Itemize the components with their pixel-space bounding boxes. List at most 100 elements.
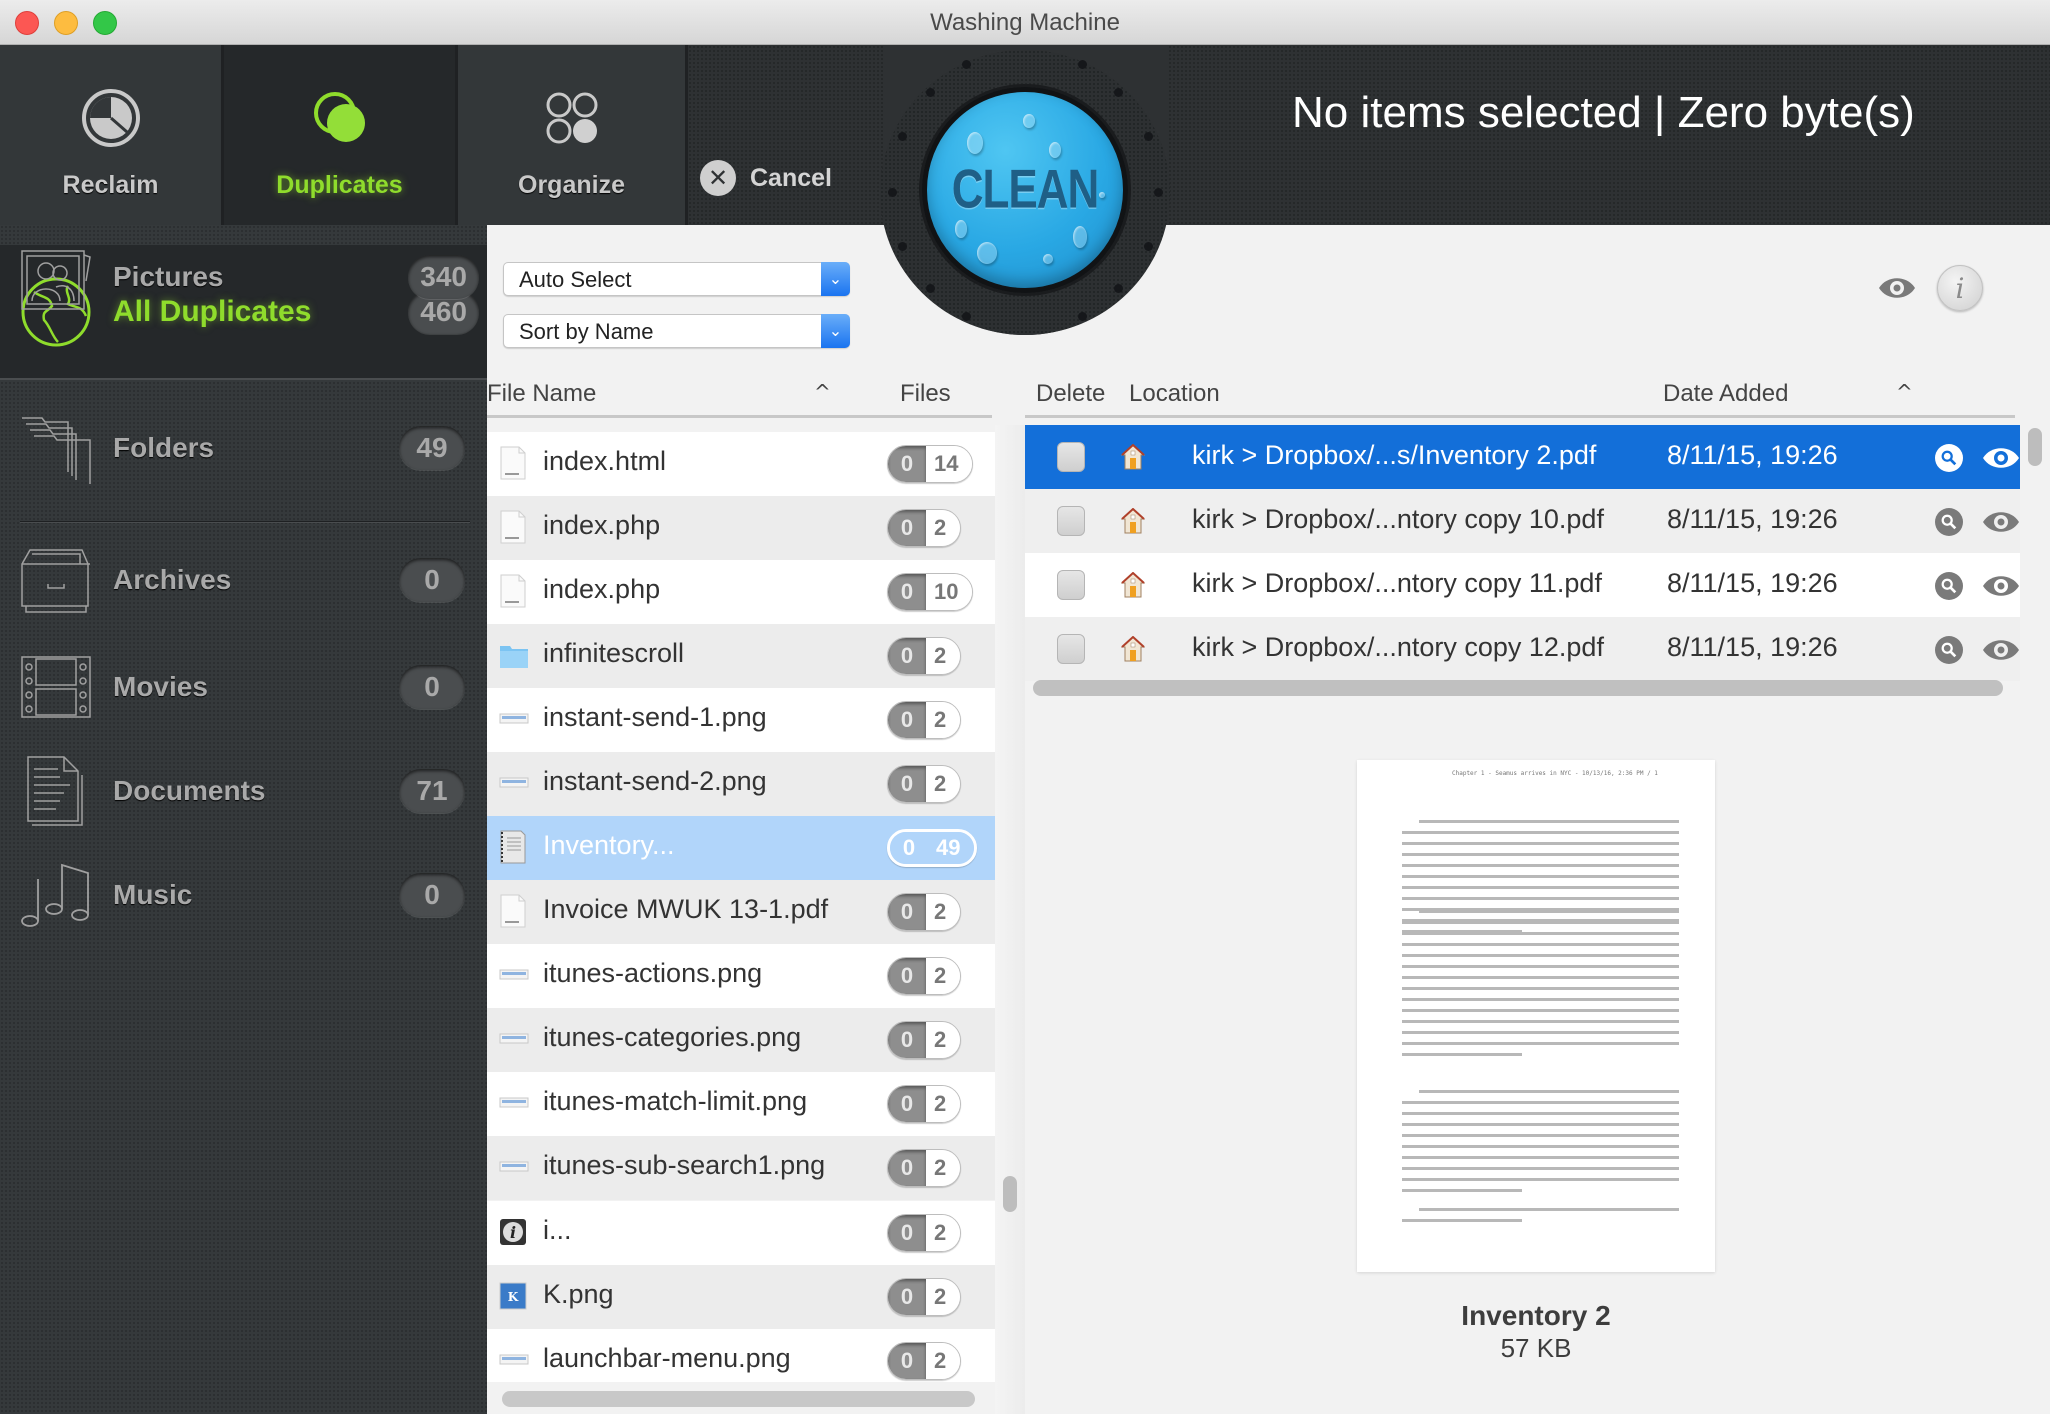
delete-count: 0 bbox=[888, 1342, 926, 1379]
file-name: infinitescroll bbox=[543, 638, 685, 669]
file-list-row[interactable]: index.html 0 14 bbox=[487, 432, 995, 496]
delete-checkbox[interactable] bbox=[1057, 506, 1085, 536]
reveal-in-finder-icon[interactable] bbox=[1935, 444, 1963, 472]
sidebar-item-documents[interactable]: Documents 71 bbox=[0, 739, 487, 843]
duplicate-count-pill[interactable]: 02 bbox=[887, 1341, 962, 1380]
delete-count: 0 bbox=[888, 446, 926, 482]
column-header-files[interactable]: Files bbox=[900, 380, 951, 408]
quick-look-eye-icon[interactable] bbox=[1981, 445, 2020, 471]
date-added: 8/11/15, 19:26 bbox=[1667, 568, 1838, 598]
duplicate-count-pill[interactable]: 0 49 bbox=[887, 829, 978, 868]
location-row[interactable]: kirk > Dropbox/...s/Inventory 2.pdf 8/11/… bbox=[1025, 425, 2020, 489]
clean-button[interactable]: CLEAN bbox=[922, 87, 1128, 293]
preview-text-line bbox=[1419, 1208, 1679, 1211]
file-list-row[interactable]: instant-send-2.png 0 2 bbox=[487, 752, 995, 817]
duplicate-count-pill[interactable]: 02 bbox=[887, 637, 962, 676]
chevron-down-icon: ⌄ bbox=[821, 262, 850, 296]
sidebar-item-pictures[interactable]: Pictures 340 bbox=[0, 225, 487, 329]
delete-checkbox[interactable] bbox=[1057, 634, 1085, 664]
file-list-row[interactable]: itunes-sub-search1.png 0 2 bbox=[487, 1136, 995, 1201]
file-list-row[interactable]: itunes-match-limit.png 0 2 bbox=[487, 1072, 995, 1137]
eye-icon[interactable] bbox=[1877, 275, 1917, 301]
duplicate-count-pill[interactable]: 02 bbox=[887, 1213, 962, 1252]
reveal-in-finder-icon[interactable] bbox=[1935, 572, 1963, 600]
duplicate-count-pill[interactable]: 02 bbox=[887, 1085, 962, 1124]
duplicate-count-pill[interactable]: 02 bbox=[887, 701, 962, 740]
preview-text-line bbox=[1402, 1101, 1679, 1104]
quick-look-eye-icon[interactable] bbox=[1981, 637, 2020, 663]
php-file-icon bbox=[499, 574, 527, 608]
delete-count: 0 bbox=[888, 510, 926, 547]
duplicate-count-pill[interactable]: 02 bbox=[887, 509, 962, 548]
info-button[interactable]: i bbox=[1937, 265, 1983, 311]
file-list-row[interactable]: itunes-actions.png 0 2 bbox=[487, 944, 995, 1009]
home-folder-icon bbox=[1120, 507, 1146, 534]
file-list-row[interactable]: Inventory... 0 49 bbox=[487, 816, 995, 881]
file-list-row[interactable]: itunes-categories.png 0 2 bbox=[487, 1008, 995, 1073]
location-vertical-scrollbar[interactable] bbox=[2028, 428, 2042, 466]
duplicate-count-pill[interactable]: 02 bbox=[887, 957, 962, 996]
reveal-in-finder-icon[interactable] bbox=[1935, 636, 1963, 664]
preview-text-line bbox=[1402, 1219, 1522, 1222]
duplicate-count-pill[interactable]: 02 bbox=[887, 893, 962, 932]
column-header-date-added[interactable]: Date Added bbox=[1663, 380, 1788, 408]
auto-select-dropdown[interactable]: Auto Select ⌄ bbox=[503, 262, 850, 296]
file-list-row[interactable]: launchbar-menu.png 0 2 bbox=[487, 1328, 995, 1382]
column-header-location[interactable]: Location bbox=[1129, 380, 1220, 408]
sidebar-item-folders[interactable]: Folders 49 bbox=[0, 380, 487, 515]
location-horizontal-scrollbar[interactable] bbox=[1033, 680, 2003, 696]
auto-select-value: Auto Select bbox=[519, 267, 632, 292]
file-list-row[interactable]: infinitescroll 0 2 bbox=[487, 624, 995, 689]
preview-page-header: Chapter 1 - Seamus arrives in NYC - 10/1… bbox=[1452, 770, 1658, 777]
column-header-delete[interactable]: Delete bbox=[1036, 380, 1105, 408]
preview-file-size: 57 KB bbox=[1500, 1333, 1572, 1363]
quick-look-eye-icon[interactable] bbox=[1981, 573, 2020, 599]
delete-count: 0 bbox=[890, 832, 928, 865]
delete-checkbox[interactable] bbox=[1057, 570, 1085, 600]
location-row[interactable]: kirk > Dropbox/...ntory copy 11.pdf 8/11/… bbox=[1025, 553, 2020, 617]
cancel-button[interactable]: ✕ Cancel bbox=[700, 160, 832, 196]
sidebar-item-movies[interactable]: Movies 0 bbox=[0, 635, 487, 739]
file-list-row[interactable]: index.php 0 10 bbox=[487, 560, 995, 625]
duplicate-count-pill[interactable]: 02 bbox=[887, 765, 962, 804]
file-name: instant-send-1.png bbox=[543, 702, 767, 733]
pane-splitter[interactable] bbox=[995, 425, 1025, 1414]
file-list-vertical-scrollbar[interactable] bbox=[1003, 1176, 1017, 1212]
document-icon bbox=[27, 756, 83, 826]
location-row[interactable]: kirk > Dropbox/...ntory copy 12.pdf 8/11/… bbox=[1025, 617, 2020, 681]
duplicate-count-pill[interactable]: 02 bbox=[887, 1021, 962, 1060]
duplicate-count-pill[interactable]: 0 10 bbox=[887, 573, 974, 612]
date-added: 8/11/15, 19:26 bbox=[1667, 440, 1838, 470]
preview-text-line bbox=[1402, 875, 1679, 878]
location-row[interactable]: kirk > Dropbox/...ntory copy 10.pdf 8/11/… bbox=[1025, 489, 2020, 553]
sort-ascending-icon[interactable]: ^ bbox=[1896, 380, 1913, 404]
file-list-row[interactable]: Invoice MWUK 13-1.pdf 0 2 bbox=[487, 880, 995, 945]
duplicate-count-pill[interactable]: 0 14 bbox=[887, 445, 974, 483]
preview-text-line bbox=[1419, 820, 1679, 823]
file-list-row[interactable]: i i... 0 2 bbox=[487, 1200, 995, 1265]
file-name: instant-send-2.png bbox=[543, 766, 767, 797]
reveal-in-finder-icon[interactable] bbox=[1935, 508, 1963, 536]
preview-file-name: Inventory 2 bbox=[1461, 1300, 1611, 1331]
html-file-icon bbox=[499, 446, 527, 480]
sidebar-item-music[interactable]: Music 0 bbox=[0, 843, 487, 947]
duplicate-count-pill[interactable]: 02 bbox=[887, 1149, 962, 1188]
quick-look-eye-icon[interactable] bbox=[1981, 509, 2020, 535]
file-list-row[interactable]: instant-send-1.png 0 2 bbox=[487, 688, 995, 753]
sort-ascending-icon[interactable]: ^ bbox=[814, 380, 831, 404]
sidebar-item-archives[interactable]: Archives 0 bbox=[0, 525, 487, 635]
delete-checkbox[interactable] bbox=[1057, 442, 1085, 472]
file-list-horizontal-scrollbar[interactable] bbox=[502, 1391, 975, 1407]
file-count: 14 bbox=[926, 446, 973, 482]
file-name: launchbar-menu.png bbox=[543, 1342, 791, 1373]
tab-reclaim[interactable]: Reclaim bbox=[0, 45, 224, 225]
tab-duplicates[interactable]: Duplicates bbox=[224, 45, 458, 225]
file-list-row[interactable]: K K.png 0 2 bbox=[487, 1264, 995, 1329]
sort-dropdown[interactable]: Sort by Name ⌄ bbox=[503, 314, 850, 348]
file-list-row[interactable]: index.php 0 2 bbox=[487, 496, 995, 561]
preview-text-line bbox=[1402, 1178, 1679, 1181]
tab-organize[interactable]: Organize bbox=[458, 45, 688, 225]
duplicate-count-pill[interactable]: 02 bbox=[887, 1277, 962, 1316]
film-strip-icon bbox=[21, 656, 91, 718]
column-header-file-name[interactable]: File Name bbox=[487, 380, 596, 408]
